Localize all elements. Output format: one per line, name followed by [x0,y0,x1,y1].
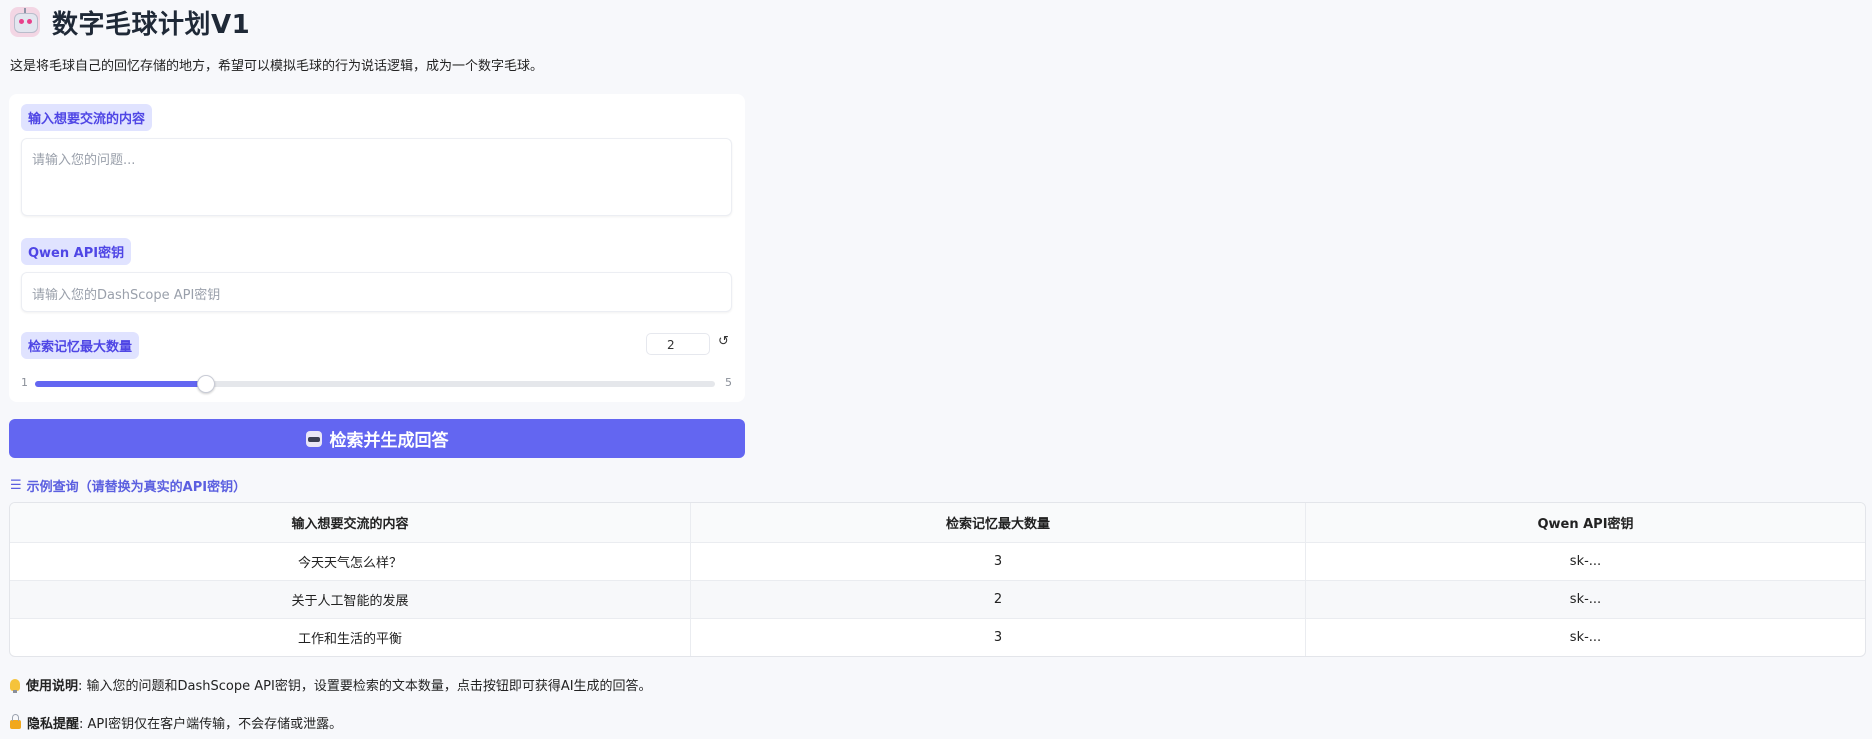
privacy-note: 隐私提醒: API密钥仅在客户端传输，不会存储或泄露。 [10,713,342,732]
submit-button[interactable]: 检索并生成回答 [9,419,745,458]
slider-min-label: 1 [21,376,28,389]
column-header: 输入想要交流的内容 [10,503,691,542]
table-cell: 今天天气怎么样？ [10,543,691,580]
privacy-title: 隐私提醒 [27,717,80,732]
reset-icon[interactable]: ↺ [718,334,729,349]
page-header: 数字毛球计划V1 [10,4,250,40]
table-row[interactable]: 工作和生活的平衡 3 sk-... [10,619,1865,656]
page-subtitle: 这是将毛球自己的回忆存储的地方，希望可以模拟毛球的行为说话逻辑，成为一个数字毛球… [10,59,544,74]
table-cell: sk-... [1569,592,1602,607]
table-cell: sk-... [1569,554,1602,569]
examples-table: 输入想要交流的内容 检索记忆最大数量 Qwen API密钥 今天天气怎么样？ 3… [9,502,1866,657]
table-row[interactable]: 关于人工智能的发展 2 sk-... [10,581,1865,619]
table-cell: sk-... [1569,630,1602,645]
table-cell: 2 [691,581,1306,618]
slider-max-label: 5 [725,376,732,389]
lightbulb-icon [10,678,20,693]
page-title: 数字毛球计划V1 [52,9,251,40]
question-textarea[interactable]: 请输入您的问题... [21,138,732,216]
robot-icon [10,7,40,37]
examples-header[interactable]: ☰ 示例查询（请替换为真实的API密钥） [10,476,246,495]
submit-button-label: 检索并生成回答 [329,431,449,451]
api-key-input[interactable]: 请输入您的DashScope API密钥 [21,272,732,312]
question-label: 输入想要交流的内容 [21,104,153,131]
table-cell: 3 [691,619,1306,656]
usage-title: 使用说明 [26,679,79,694]
list-icon: ☰ [10,478,22,493]
usage-text: : 输入您的问题和DashScope API密钥，设置要检索的文本数量，点击按钮… [78,679,652,694]
table-cell: 工作和生活的平衡 [10,619,691,656]
privacy-text: : API密钥仅在客户端传输，不会存储或泄露。 [79,717,343,732]
max-count-label: 检索记忆最大数量 [21,332,140,359]
slider-fill [35,381,205,387]
table-header-row: 输入想要交流的内容 检索记忆最大数量 Qwen API密钥 [10,503,1865,543]
input-panel: 输入想要交流的内容 请输入您的问题... Qwen API密钥 请输入您的Das… [9,94,745,402]
usage-note: 使用说明: 输入您的问题和DashScope API密钥，设置要检索的文本数量，… [10,675,652,694]
robot-icon [305,430,322,447]
column-header: Qwen API密钥 [1537,517,1634,532]
table-cell: 关于人工智能的发展 [10,581,691,618]
examples-title: 示例查询（请替换为真实的API密钥） [26,480,247,495]
max-count-slider[interactable] [35,375,715,393]
table-row[interactable]: 今天天气怎么样？ 3 sk-... [10,543,1865,581]
max-count-number-input[interactable]: 2 [646,333,710,355]
lock-icon [10,714,21,729]
table-cell: 3 [691,543,1306,580]
column-header: 检索记忆最大数量 [691,503,1306,542]
slider-thumb[interactable] [197,375,215,393]
api-key-label: Qwen API密钥 [21,238,132,265]
